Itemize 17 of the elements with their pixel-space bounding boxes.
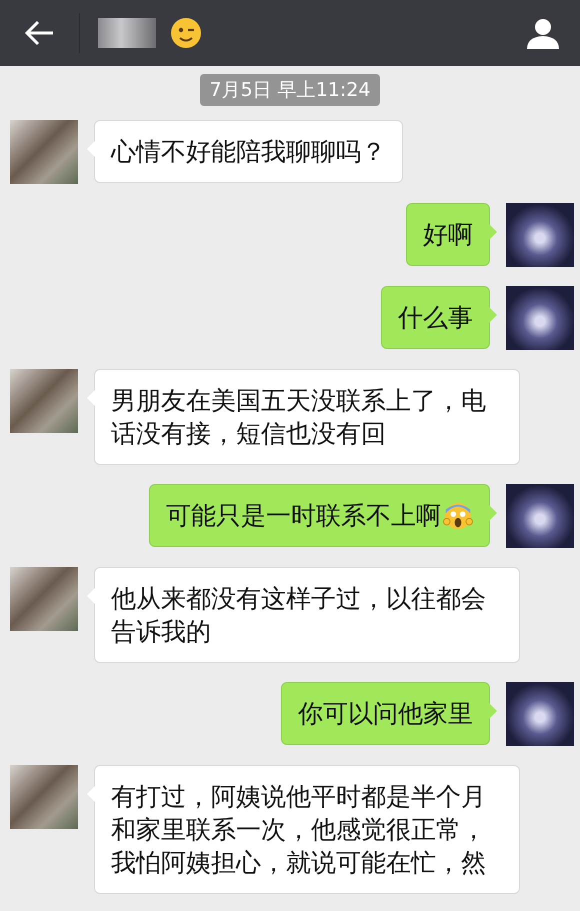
avatar-placeholder[interactable]: [506, 203, 574, 267]
message-text: 男朋友在美国五天没联系上了，电话没有接，短信也没有回: [111, 385, 487, 450]
message-text: 有打过，阿姨说他平时都是半个月和家里联系一次，他感觉很正常，我怕阿姨担心，就说可能在忙，然: [111, 781, 487, 879]
person-icon[interactable]: [526, 17, 560, 49]
message-text: 他从来都没有这样子过，以往都会告诉我的: [111, 583, 487, 648]
avatar-placeholder[interactable]: [506, 286, 574, 350]
message-text: 什么事: [398, 302, 473, 334]
wink-emoji-icon: [170, 17, 202, 49]
message-text: 你可以问他家里: [298, 698, 473, 730]
avatar-placeholder[interactable]: [506, 682, 574, 746]
avatar-placeholder[interactable]: [506, 484, 574, 548]
timestamp: 7月5日 早上11:24: [200, 74, 380, 106]
message-text: 好啊: [423, 219, 473, 251]
back-arrow-icon[interactable]: [25, 20, 55, 46]
message-text: 心情不好能陪我聊聊吗？: [111, 136, 386, 168]
message-text: 可能只是一时联系不上啊: [166, 500, 441, 532]
blurred-name: [98, 18, 156, 48]
